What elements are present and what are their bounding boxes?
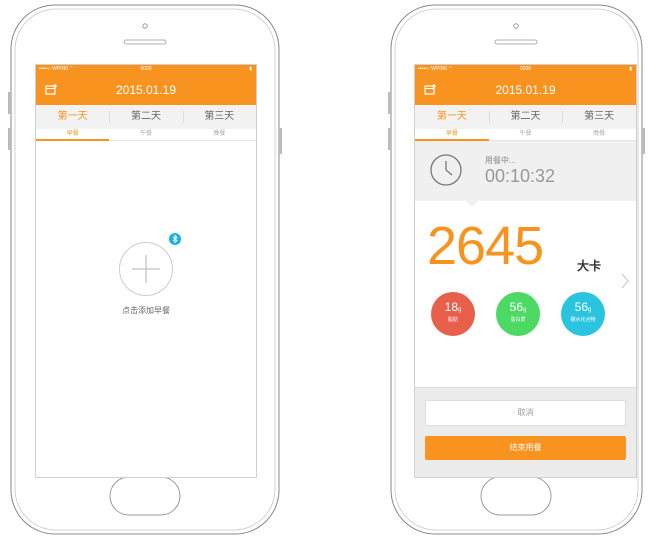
action-area: 取消 结束用餐 [415,387,636,477]
chevron-right-icon[interactable] [621,273,629,289]
nav-bar: 2015.01.19 [36,77,256,105]
fat-label: 脂肪 [447,317,458,323]
calorie-unit: 大卡 [577,259,602,273]
fat-circle: 18g 脂肪 [431,292,475,336]
tab-breakfast[interactable]: 早餐 [415,129,489,141]
protein-circle: 56g 蛋白质 [496,292,540,336]
bluetooth-icon [169,233,181,245]
timer-panel: 用餐中... 00:10:32 [415,141,636,201]
protein-label: 蛋白质 [510,317,526,323]
day-tabs: 第一天 第二天 第三天 [36,105,256,129]
carbs-unit: g [588,307,592,313]
tab-day-1[interactable]: 第一天 [36,105,109,129]
fat-unit: g [458,307,462,313]
tab-day-1[interactable]: 第一天 [415,105,489,129]
tab-breakfast[interactable]: 早餐 [36,129,110,141]
day-tabs: 第一天 第二天 第三天 [415,105,636,129]
meal-tabs: 早餐 午餐 晚餐 [36,129,256,141]
status-time: 0000 [140,66,152,72]
clock-icon [430,154,462,186]
protein-value: 56 [509,300,523,314]
tab-lunch[interactable]: 午餐 [109,129,183,141]
left-screen: •••••○ WPIN6 ⌃ 0000 ▮ 2015.01.19 第一天 第二天… [35,64,257,478]
battery-icon: ▮ [629,66,632,72]
tab-day-3[interactable]: 第三天 [182,105,256,129]
status-bar: •••••○ WPIN6 ⌃ 0000 ▮ [36,65,256,77]
battery-icon: ▮ [249,66,252,72]
tab-day-3[interactable]: 第三天 [562,105,636,129]
date-title: 2015.01.19 [115,83,177,97]
notch-pointer [465,200,479,207]
date-title: 2015.01.19 [495,83,556,97]
status-time: 0000 [519,66,532,72]
tab-dinner[interactable]: 晚餐 [562,129,636,141]
carbs-label: 碳水化合物 [570,317,596,323]
tab-dinner[interactable]: 晚餐 [182,129,256,141]
fat-value: 18 [444,300,458,314]
timer-status: 用餐中... [485,156,516,165]
cancel-button[interactable]: 取消 [425,400,626,426]
carbs-value: 56 [574,300,588,314]
tab-lunch[interactable]: 午餐 [488,129,563,141]
finish-meal-button[interactable]: 结束用餐 [425,436,626,460]
meal-tabs: 早餐 午餐 晚餐 [415,129,636,141]
plus-icon [132,255,160,283]
calorie-value: 2645 [427,216,544,276]
right-phone: •••••○ WPIN6 ⌃ 0000 ▮ 2015.01.19 第一天 第二天… [380,0,649,539]
timer-value: 00:10:32 [485,166,556,186]
carbs-circle: 56g 碳水化合物 [561,292,605,336]
status-bar: •••••○ WPIN6 ⌃ 0000 ▮ [415,65,636,77]
nav-bar: 2015.01.19 [415,77,636,105]
add-meal-button[interactable] [119,242,173,296]
tab-day-2[interactable]: 第二天 [488,105,563,129]
tab-day-2[interactable]: 第二天 [109,105,182,129]
protein-unit: g [523,307,527,313]
add-meal-label: 点击添加早餐 [122,306,170,315]
right-screen: •••••○ WPIN6 ⌃ 0000 ▮ 2015.01.19 第一天 第二天… [414,64,637,478]
left-phone: •••••○ WPIN6 ⌃ 0000 ▮ 2015.01.19 第一天 第二天… [0,0,300,539]
